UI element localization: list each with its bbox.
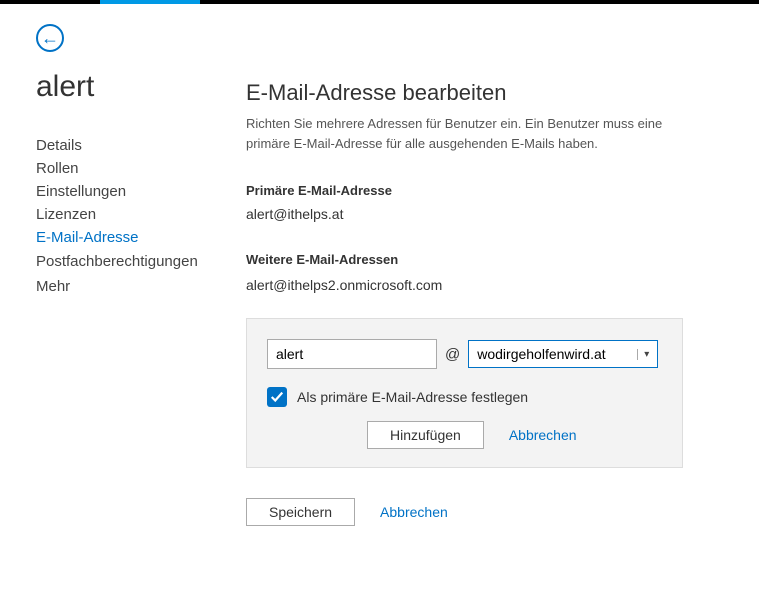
top-bar-accent	[100, 0, 200, 4]
add-button[interactable]: Hinzufügen	[367, 421, 484, 449]
cancel-link[interactable]: Abbrechen	[380, 504, 448, 520]
domain-select-value: wodirgeholfenwird.at	[477, 346, 605, 362]
section-heading: E-Mail-Adresse bearbeiten	[246, 80, 683, 106]
other-email-item: alert@ithelps2.onmicrosoft.com	[246, 277, 683, 293]
set-primary-label: Als primäre E-Mail-Adresse festlegen	[297, 389, 528, 405]
save-button[interactable]: Speichern	[246, 498, 355, 526]
at-symbol: @	[445, 346, 460, 363]
primary-email-value: alert@ithelps.at	[246, 206, 683, 222]
nav-item-rollen[interactable]: Rollen	[36, 157, 246, 180]
set-primary-checkbox[interactable]	[267, 387, 287, 407]
cancel-add-link[interactable]: Abbrechen	[509, 427, 577, 443]
arrow-left-icon: ←	[41, 29, 59, 47]
email-localpart-input[interactable]	[267, 339, 437, 369]
primary-email-label: Primäre E-Mail-Adresse	[246, 183, 683, 198]
nav-item-lizenzen[interactable]: Lizenzen	[36, 203, 246, 226]
other-emails-label: Weitere E-Mail-Adressen	[246, 252, 683, 267]
side-nav: Details Rollen Einstellungen Lizenzen E-…	[36, 134, 246, 298]
chevron-down-icon: ▾	[637, 349, 649, 360]
nav-item-postfachberechtigungen[interactable]: Postfachberechtigungen	[36, 249, 246, 275]
section-description: Richten Sie mehrere Adressen für Benutze…	[246, 114, 683, 153]
add-email-panel: @ wodirgeholfenwird.at ▾ Als primäre E-M…	[246, 318, 683, 468]
email-domain-select[interactable]: wodirgeholfenwird.at ▾	[468, 340, 658, 368]
page-title: alert	[36, 70, 246, 104]
check-icon	[270, 390, 284, 404]
nav-item-mehr[interactable]: Mehr	[36, 275, 246, 298]
nav-item-details[interactable]: Details	[36, 134, 246, 157]
nav-item-einstellungen[interactable]: Einstellungen	[36, 180, 246, 203]
back-button[interactable]: ←	[36, 24, 64, 52]
nav-item-email-adresse[interactable]: E-Mail-Adresse	[36, 226, 246, 249]
